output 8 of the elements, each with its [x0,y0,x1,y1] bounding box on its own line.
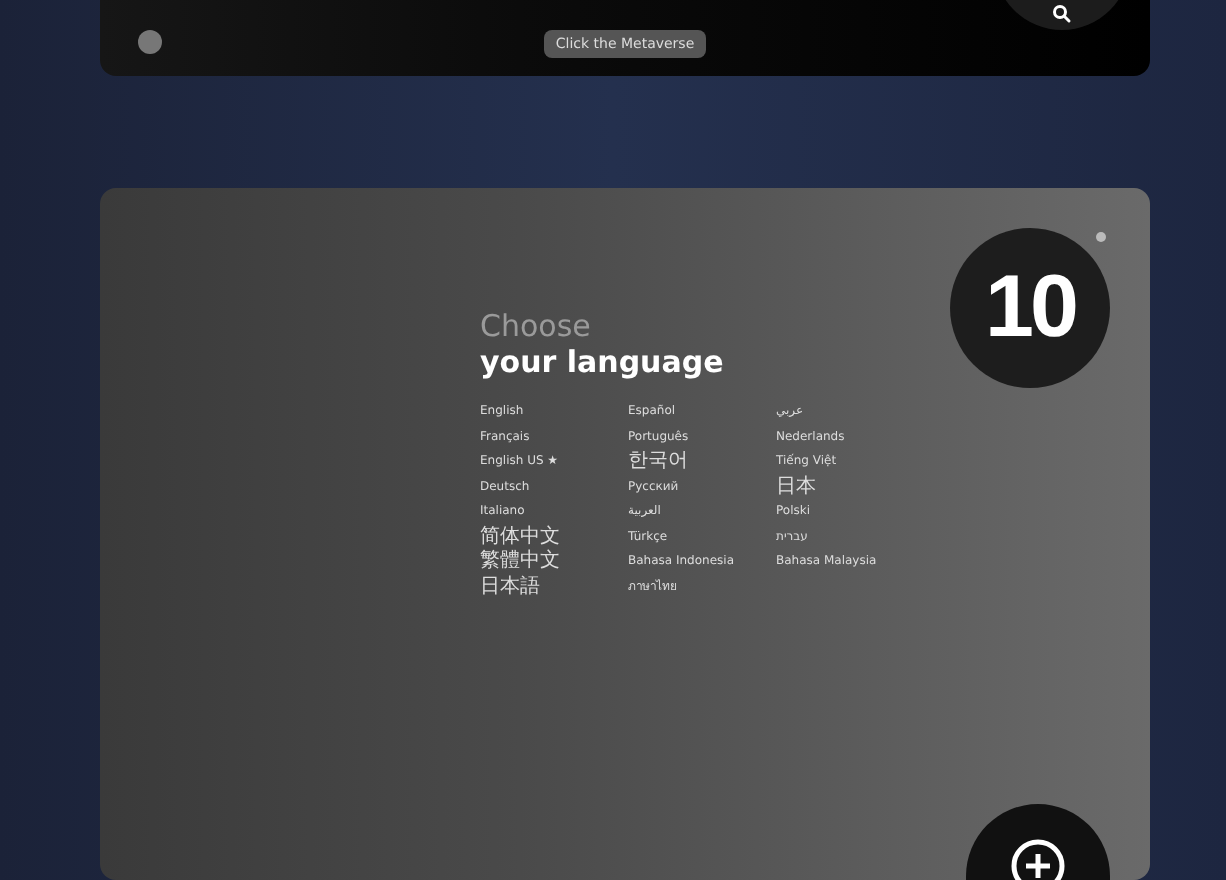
language-option[interactable]: 日本語 [480,575,540,601]
language-option[interactable]: 简体中文 [480,525,560,551]
heading-text: Choose [480,308,593,345]
step-badge: 10 [950,228,1110,389]
language-option[interactable]: 日本 [776,475,816,501]
heading-text: your language [480,344,726,381]
language-option[interactable]: 한국어 [628,450,688,476]
language-option[interactable]: 繁體中文 [480,550,560,576]
